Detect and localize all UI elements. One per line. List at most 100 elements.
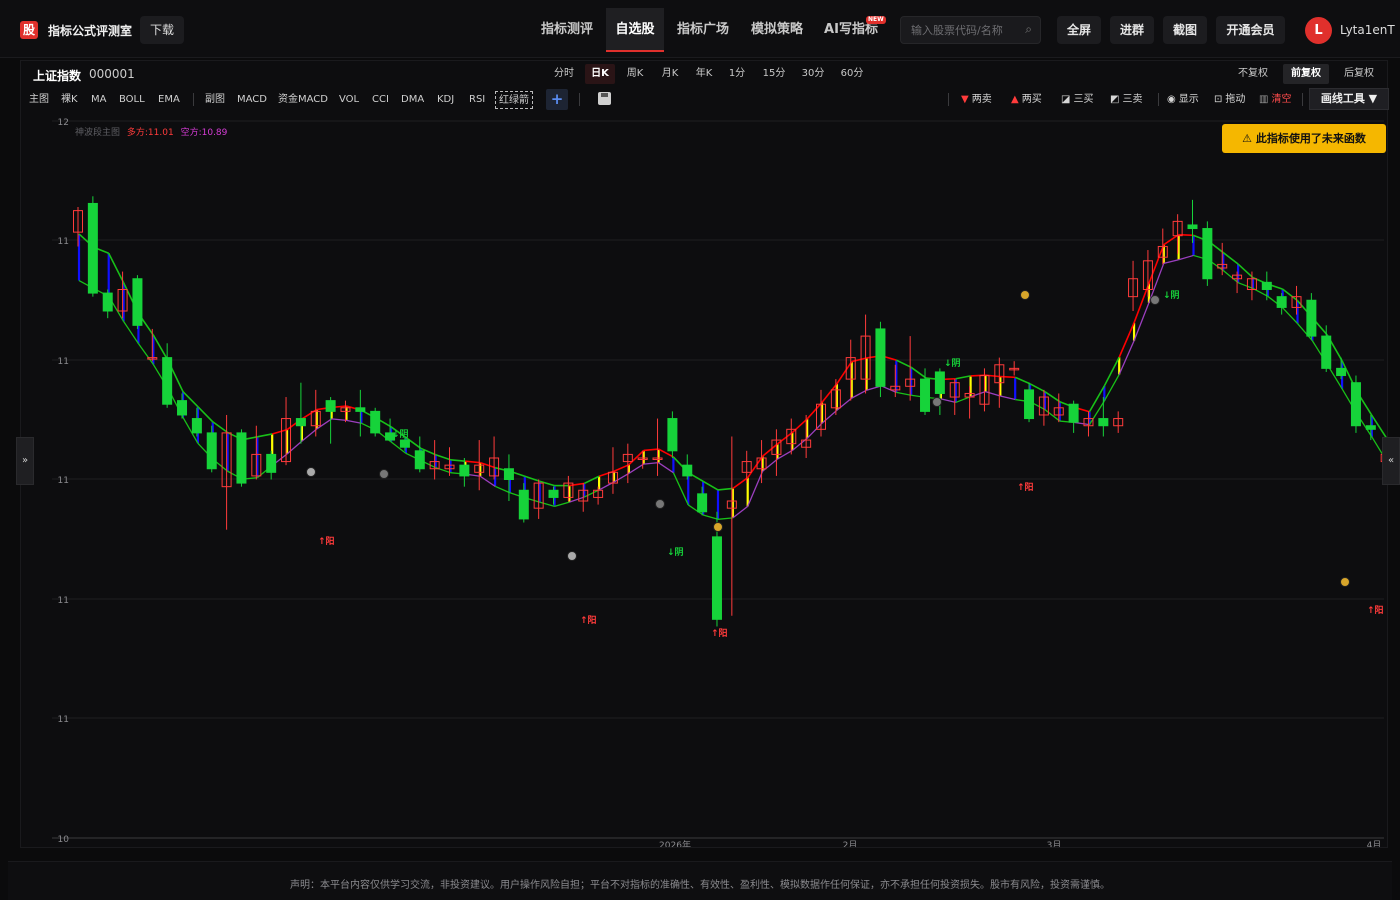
lower-band-line — [1118, 340, 1135, 375]
toolbar-divider — [1158, 93, 1159, 106]
join-group-button[interactable]: 进群 — [1110, 16, 1154, 44]
nav-sim-strategy[interactable]: 模拟策略 — [742, 8, 812, 52]
candle-down — [697, 493, 708, 513]
lower-band-line — [613, 472, 630, 483]
candle-down — [1321, 335, 1332, 369]
ind-red-green-arrow[interactable]: 红绿箭 — [495, 91, 533, 109]
lower-band-line — [985, 391, 1001, 397]
band-lines — [78, 233, 1388, 520]
screenshot-button[interactable]: 截图 — [1163, 16, 1207, 44]
lower-band-line — [717, 517, 733, 520]
candle-down — [325, 400, 336, 412]
drawing-tools-dropdown[interactable]: 画线工具 ▼ — [1309, 88, 1389, 110]
upper-band-line — [955, 375, 971, 380]
signal-dot — [713, 522, 723, 532]
tool-three-buy[interactable]: ◪ 三买 — [1061, 91, 1093, 109]
tool-clear[interactable]: ▥ 清空 — [1259, 91, 1291, 109]
nav-indicator-review[interactable]: 指标测评 — [532, 8, 602, 52]
signal-label: ↑阳 — [1367, 605, 1384, 616]
signal-dot — [379, 469, 389, 479]
signal-dot — [932, 397, 942, 407]
app-title[interactable]: 指标公式评测室 — [48, 22, 132, 39]
tool-three-sell[interactable]: ◩ 三卖 — [1110, 91, 1142, 109]
tool-two-sell-label: 两卖 — [971, 94, 992, 105]
tool-drag-label: 拖动 — [1225, 94, 1246, 105]
period-tab-1min[interactable]: 1分 — [725, 64, 749, 84]
period-tab-intraday[interactable]: 分时 — [550, 64, 578, 84]
ind-ma[interactable]: MA — [91, 91, 106, 109]
nav-indicator-square[interactable]: 指标广场 — [668, 8, 738, 52]
upper-band-line — [1148, 244, 1165, 284]
adjust-forward[interactable]: 前复权 — [1283, 64, 1329, 84]
candle-down — [1336, 367, 1347, 377]
period-tab-15min[interactable]: 15分 — [758, 64, 790, 84]
candle-down — [355, 407, 366, 412]
download-button[interactable]: 下载 — [140, 16, 184, 44]
expand-left-toggle[interactable]: » — [16, 437, 34, 485]
candlestick-chart[interactable]: 12 11 11 11 11 11 10 2026年 2月 3月 4月 ↓阴 ↑阳 ↑阳 ↓阴 ↑阳 ↓阴 ↑… — [20, 113, 1388, 847]
candle-down — [518, 489, 529, 520]
upper-band-line — [1222, 251, 1239, 265]
warning-text: 此指标使用了未来函数 — [1255, 132, 1366, 145]
search-icon[interactable]: ⌕ — [1025, 22, 1032, 37]
period-tab-daily[interactable]: 日K — [585, 64, 615, 84]
candle-down — [162, 357, 173, 405]
period-tab-weekly[interactable]: 周K — [621, 64, 649, 84]
tool-drag[interactable]: ⊡ 拖动 — [1214, 91, 1245, 109]
period-tab-60min[interactable]: 60分 — [836, 64, 868, 84]
ind-rsi[interactable]: RSI — [469, 91, 485, 109]
upper-band-line — [1118, 322, 1135, 358]
ind-fund-macd[interactable]: 资金MACD — [278, 91, 328, 109]
ind-kdj[interactable]: KDJ — [437, 91, 454, 109]
ind-vol[interactable]: VOL — [339, 91, 359, 109]
user-name[interactable]: Lyta1enT — [1340, 23, 1395, 37]
ind-naked-k[interactable]: 裸K — [61, 91, 78, 109]
user-avatar[interactable]: L — [1305, 17, 1332, 44]
upper-band-line — [910, 366, 927, 379]
nav-ai-indicator[interactable]: AI写指标 — [816, 8, 886, 52]
tool-two-sell[interactable]: ▼ 两卖 — [961, 91, 992, 109]
stock-search-input[interactable] — [901, 17, 1011, 43]
nav-watchlist[interactable]: 自选股 — [606, 8, 664, 52]
save-icon[interactable] — [598, 92, 611, 105]
period-tab-30min[interactable]: 30分 — [797, 64, 829, 84]
ind-boll[interactable]: BOLL — [119, 91, 145, 109]
future-function-warning[interactable]: ⚠ 此指标使用了未来函数 — [1222, 124, 1386, 153]
y-tick-label: 11 — [58, 715, 69, 725]
ind-macd[interactable]: MACD — [237, 91, 267, 109]
ind-ema[interactable]: EMA — [158, 91, 180, 109]
candle-down — [102, 292, 113, 312]
fullscreen-button[interactable]: 全屏 — [1057, 16, 1101, 44]
tool-show-label: 显示 — [1178, 94, 1199, 105]
upper-band-line — [747, 455, 764, 479]
tool-three-sell-label: 三卖 — [1122, 94, 1143, 105]
adjust-backward[interactable]: 后复权 — [1337, 64, 1381, 84]
signal-dot — [1020, 290, 1030, 300]
tool-three-buy-label: 三买 — [1073, 94, 1094, 105]
candle-down — [1350, 382, 1361, 427]
expand-right-toggle[interactable]: « — [1382, 437, 1400, 485]
lower-band-line — [762, 458, 778, 472]
candle-down — [1261, 281, 1272, 290]
ind-dma[interactable]: DMA — [401, 91, 424, 109]
candle-down — [87, 202, 98, 294]
adjust-none[interactable]: 不复权 — [1232, 64, 1274, 84]
candle-down — [682, 464, 693, 477]
ind-main-chart[interactable]: 主图 — [29, 91, 49, 109]
x-tick-label: 2月 — [843, 840, 858, 847]
tool-two-buy[interactable]: ▲ 两买 — [1011, 91, 1042, 109]
add-indicator-button[interactable]: + — [546, 89, 568, 110]
candle-down — [266, 453, 277, 473]
candle-down — [1024, 389, 1035, 420]
ind-sub-chart[interactable]: 副图 — [205, 91, 225, 109]
open-vip-button[interactable]: 开通会员 — [1216, 16, 1285, 44]
signal-label: ↓阴 — [392, 429, 409, 440]
period-tab-yearly[interactable]: 年K — [690, 64, 718, 84]
upper-band-line — [1000, 375, 1016, 379]
app-logo[interactable]: 股 — [20, 21, 38, 39]
lower-band-line — [836, 397, 853, 411]
lower-band-line — [1282, 307, 1298, 324]
period-tab-monthly[interactable]: 月K — [656, 64, 684, 84]
tool-show[interactable]: ◉ 显示 — [1167, 91, 1199, 109]
ind-cci[interactable]: CCI — [372, 91, 389, 109]
